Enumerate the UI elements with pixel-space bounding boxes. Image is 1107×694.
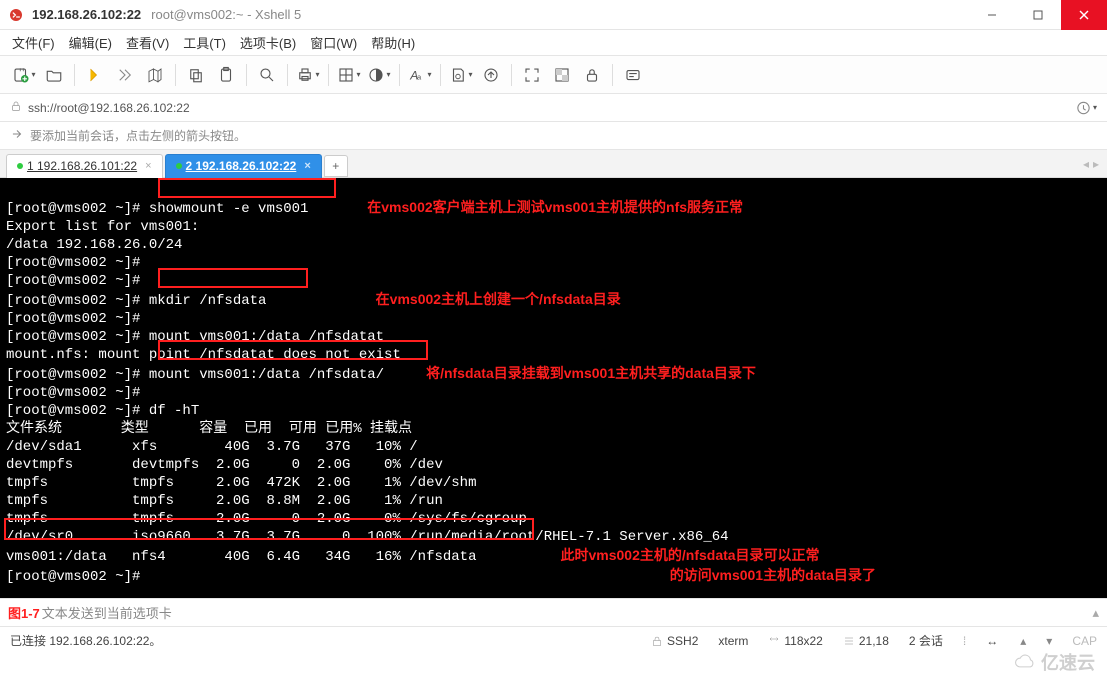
terminal-line: [root@vms002 ~]# xyxy=(6,273,149,289)
highlight-box xyxy=(158,178,336,198)
status-proto: SSH2 xyxy=(651,634,698,648)
address-url[interactable]: ssh://root@192.168.26.102:22 xyxy=(28,101,190,115)
print-button[interactable]: ▾ xyxy=(294,61,322,89)
close-tab-icon[interactable]: × xyxy=(304,160,310,172)
terminal-line: tmpfs tmpfs 2.0G 0 2.0G 0% /sys/fs/cgrou… xyxy=(6,511,527,527)
watermark: 亿速云 xyxy=(1011,649,1095,675)
annotation: 将/nfsdata目录挂载到vms001主机共享的data目录下 xyxy=(426,365,756,381)
lock-button[interactable] xyxy=(578,61,606,89)
menu-help[interactable]: 帮助(H) xyxy=(371,33,415,52)
terminal-line: Export list for vms001: xyxy=(6,219,199,235)
terminal-line: /dev/sr0 iso9660 3.7G 3.7G 0 100% /run/m… xyxy=(6,529,729,545)
transfer-button[interactable] xyxy=(477,61,505,89)
terminal-line: [root@vms002 ~]# mount vms001:/data /nfs… xyxy=(6,367,384,383)
paste-button[interactable] xyxy=(212,61,240,89)
title-host: 192.168.26.102:22 xyxy=(32,7,141,22)
terminal-line: [root@vms002 ~]# xyxy=(6,311,149,327)
tip-arrow-icon[interactable] xyxy=(10,127,24,144)
new-session-button[interactable]: ▾ xyxy=(10,61,38,89)
find-button[interactable] xyxy=(253,61,281,89)
address-bar: ssh://root@192.168.26.102:22 ▾ xyxy=(0,94,1107,122)
terminal-line: tmpfs tmpfs 2.0G 8.8M 2.0G 1% /run xyxy=(6,493,443,509)
tab-scroll-left-icon[interactable]: ◂ xyxy=(1083,157,1089,171)
app-icon xyxy=(8,7,24,23)
terminal-line: [root@vms002 ~]# mount vms001:/data /nfs… xyxy=(6,329,384,345)
terminal-line: mount.nfs: mount point /nfsdatat does no… xyxy=(6,347,401,363)
status-connected: 已连接 192.168.26.102:22。 xyxy=(10,632,161,649)
annotation: 的访问vms001主机的data目录了 xyxy=(670,567,876,583)
tab-nav: ◂ ▸ xyxy=(350,157,1107,171)
history-dropdown-button[interactable]: ▾ xyxy=(1075,97,1097,119)
annotation: 在vms002客户端主机上测试vms001主机提供的nfs服务正常 xyxy=(367,199,743,215)
status-updown-icon[interactable]: ▴ xyxy=(1020,634,1026,648)
terminal-line: [root@vms002 ~]# showmount -e vms001 xyxy=(6,201,308,217)
annotation: 在vms002主机上创建一个/nfsdata目录 xyxy=(376,291,621,307)
tab-strip: 1 192.168.26.101:22 × 2 192.168.26.102:2… xyxy=(0,150,1107,178)
compose-expand-icon[interactable]: ▴ xyxy=(1092,605,1099,621)
close-button[interactable] xyxy=(1061,0,1107,30)
terminal-line: /data 192.168.26.0/24 xyxy=(6,237,182,253)
terminal-line: [root@vms002 ~]# xyxy=(6,569,149,585)
properties-button[interactable] xyxy=(141,61,169,89)
terminal-line: [root@vms002 ~]# df -hT xyxy=(6,403,199,419)
menu-window[interactable]: 窗口(W) xyxy=(310,33,357,52)
terminal-pane[interactable]: [root@vms002 ~]# showmount -e vms001 在vm… xyxy=(0,178,1107,598)
status-dot-icon xyxy=(17,163,23,169)
compose-button[interactable] xyxy=(619,61,647,89)
status-pos: 21,18 xyxy=(843,634,889,648)
transparency-button[interactable] xyxy=(548,61,576,89)
annotation: 此时vms002主机的/nfsdata目录可以正常 xyxy=(561,547,820,563)
color-scheme-button[interactable]: ▾ xyxy=(365,61,393,89)
tab-scroll-right-icon[interactable]: ▸ xyxy=(1093,157,1099,171)
terminal-line: [root@vms002 ~]# mkdir /nfsdata xyxy=(6,293,266,309)
terminal-line: /dev/sda1 xfs 40G 3.7G 37G 10% / xyxy=(6,439,418,455)
menu-file[interactable]: 文件(F) xyxy=(12,33,55,52)
minimize-button[interactable] xyxy=(969,0,1015,30)
fullscreen-button[interactable] xyxy=(518,61,546,89)
disconnect-button[interactable] xyxy=(111,61,139,89)
script-button[interactable]: ▾ xyxy=(447,61,475,89)
tab-session-2[interactable]: 2 192.168.26.102:22 × xyxy=(165,154,322,178)
menu-tools[interactable]: 工具(T) xyxy=(183,33,226,52)
title-session: root@vms002:~ - Xshell 5 xyxy=(151,7,301,22)
compose-bar: 图1-7 文本发送到当前选项卡 ▴ xyxy=(0,598,1107,626)
maximize-button[interactable] xyxy=(1015,0,1061,30)
terminal-line: devtmpfs devtmpfs 2.0G 0 2.0G 0% /dev xyxy=(6,457,443,473)
tab-label: 2 192.168.26.102:22 xyxy=(186,159,297,173)
tab-session-1[interactable]: 1 192.168.26.101:22 × xyxy=(6,154,163,178)
status-size: 118x22 xyxy=(768,634,822,648)
tab-label: 1 192.168.26.101:22 xyxy=(27,159,137,173)
terminal-line: [root@vms002 ~]# xyxy=(6,385,149,401)
terminal-line: tmpfs tmpfs 2.0G 472K 2.0G 1% /dev/shm xyxy=(6,475,476,491)
menu-edit[interactable]: 编辑(E) xyxy=(69,33,112,52)
svg-text:a: a xyxy=(417,72,422,81)
open-button[interactable] xyxy=(40,61,68,89)
terminal-line: 文件系统 类型 容量 已用 可用 已用% 挂载点 xyxy=(6,421,412,437)
title-bar: 192.168.26.102:22 root@vms002:~ - Xshell… xyxy=(0,0,1107,30)
menu-view[interactable]: 查看(V) xyxy=(126,33,169,52)
toolbar: ▾ ▾ ▾ ▾ Aa▾ ▾ xyxy=(0,56,1107,94)
menu-tabs[interactable]: 选项卡(B) xyxy=(240,33,296,52)
status-dot-icon xyxy=(176,163,182,169)
status-sessions: 2 会话 xyxy=(909,632,943,649)
tip-text: 要添加当前会话，点击左侧的箭头按钮。 xyxy=(30,127,246,144)
terminal-line: vms001:/data nfs4 40G 6.4G 34G 16% /nfsd… xyxy=(6,549,476,565)
terminal-line: [root@vms002 ~]# xyxy=(6,255,149,271)
layout-button[interactable]: ▾ xyxy=(335,61,363,89)
font-button[interactable]: Aa▾ xyxy=(406,61,434,89)
status-bar: 已连接 192.168.26.102:22。 SSH2 xterm 118x22… xyxy=(0,626,1107,654)
menu-bar: 文件(F) 编辑(E) 查看(V) 工具(T) 选项卡(B) 窗口(W) 帮助(… xyxy=(0,30,1107,56)
tip-bar: 要添加当前会话，点击左侧的箭头按钮。 xyxy=(0,122,1107,150)
highlight-box xyxy=(158,268,308,288)
lock-icon xyxy=(10,100,22,115)
copy-button[interactable] xyxy=(182,61,210,89)
reconnect-button[interactable] xyxy=(81,61,109,89)
new-tab-button[interactable]: + xyxy=(324,155,348,177)
compose-placeholder[interactable]: 文本发送到当前选项卡 xyxy=(42,603,172,622)
close-tab-icon[interactable]: × xyxy=(145,160,151,172)
status-term: xterm xyxy=(718,634,748,648)
status-cap: CAP xyxy=(1072,634,1097,648)
